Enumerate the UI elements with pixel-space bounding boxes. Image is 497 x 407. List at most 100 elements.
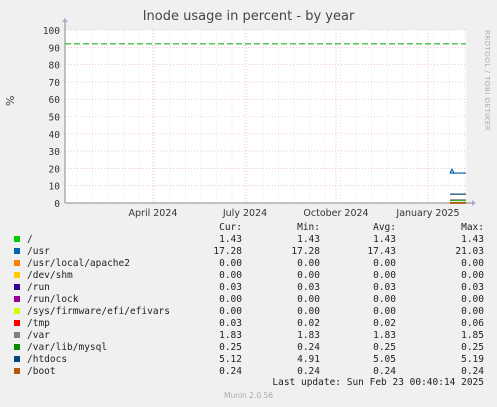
legend-row: /sys/firmware/efi/efivars 0.00 0.00 0.00 0.0… bbox=[0, 306, 497, 318]
legend-name: /var bbox=[27, 330, 50, 341]
legend-avg: 0.00 bbox=[373, 294, 396, 305]
legend-min: 0.02 bbox=[297, 318, 320, 329]
legend-row: /usr/local/apache2 0.00 0.00 0.00 0.00 bbox=[0, 258, 497, 270]
legend-min: 17.28 bbox=[291, 246, 320, 257]
legend-max: 0.00 bbox=[461, 258, 484, 269]
last-update: Last update: Sun Feb 23 00:40:14 2025 bbox=[272, 377, 484, 388]
legend-name: /tmp bbox=[27, 318, 50, 329]
legend-swatch bbox=[14, 308, 20, 314]
legend-max: 0.00 bbox=[461, 294, 484, 305]
legend-swatch bbox=[14, 320, 20, 326]
legend-swatch bbox=[14, 260, 20, 266]
legend-max: 0.00 bbox=[461, 306, 484, 317]
legend-swatch bbox=[14, 356, 20, 362]
legend-cur: 0.25 bbox=[219, 342, 242, 353]
legend-name: /run/lock bbox=[27, 294, 79, 305]
legend-name: /boot bbox=[27, 366, 56, 377]
legend-max: 0.00 bbox=[461, 270, 484, 281]
legend-max: 21.03 bbox=[455, 246, 484, 257]
legend-max: 5.19 bbox=[461, 354, 484, 365]
legend-avg: 0.03 bbox=[373, 282, 396, 293]
generator-label: Munin 2.0.56 bbox=[223, 391, 274, 400]
legend-swatch bbox=[14, 368, 20, 374]
y-tick-label: 40 bbox=[49, 130, 61, 141]
legend-header-min: Min: bbox=[297, 222, 320, 233]
legend-swatch bbox=[14, 332, 20, 338]
legend-row: /usr 17.28 17.28 17.43 21.03 bbox=[0, 246, 497, 258]
legend-row: / 1.43 1.43 1.43 1.43 bbox=[0, 234, 497, 246]
legend-header-cur: Cur: bbox=[219, 222, 242, 233]
legend-avg: 5.05 bbox=[373, 354, 396, 365]
legend-cur: 0.00 bbox=[219, 306, 242, 317]
legend-header-max: Max: bbox=[461, 222, 484, 233]
legend-min: 0.00 bbox=[297, 270, 320, 281]
legend-avg: 0.00 bbox=[373, 306, 396, 317]
legend-swatch bbox=[14, 236, 20, 242]
plot-area: 0 10 20 30 40 50 60 70 80 90 100 April 2024 July 202… bbox=[43, 18, 476, 219]
y-axis-arrow bbox=[62, 18, 68, 22]
y-tick-label: 80 bbox=[49, 61, 61, 72]
legend-max: 1.85 bbox=[461, 330, 484, 341]
legend-swatch bbox=[14, 296, 20, 302]
x-tick-label: January 2025 bbox=[395, 208, 459, 219]
legend-min: 0.00 bbox=[297, 306, 320, 317]
x-tick-label: July 2024 bbox=[222, 208, 267, 219]
legend-header-avg: Avg: bbox=[373, 222, 396, 233]
legend-cur: 1.43 bbox=[219, 234, 242, 245]
legend-cur: 1.83 bbox=[219, 330, 242, 341]
legend-min: 0.03 bbox=[297, 282, 320, 293]
legend-name: /run bbox=[27, 282, 50, 293]
y-tick-label: 0 bbox=[54, 199, 60, 210]
legend-name: /usr/local/apache2 bbox=[27, 258, 130, 269]
legend-cur: 5.12 bbox=[219, 354, 242, 365]
legend-avg: 1.43 bbox=[373, 234, 396, 245]
legend-cur: 0.24 bbox=[219, 366, 242, 377]
legend-avg: 0.02 bbox=[373, 318, 396, 329]
legend-name: /sys/firmware/efi/efivars bbox=[27, 306, 170, 317]
legend-swatch bbox=[14, 272, 20, 278]
legend-name: /htdocs bbox=[27, 354, 68, 365]
legend-row: /dev/shm 0.00 0.00 0.00 0.00 bbox=[0, 270, 497, 282]
legend-swatch bbox=[14, 248, 20, 254]
legend-swatch bbox=[14, 344, 20, 350]
legend-row: /run/lock 0.00 0.00 0.00 0.00 bbox=[0, 294, 497, 306]
y-tick-label: 90 bbox=[49, 43, 61, 54]
legend-row: /var 1.83 1.83 1.83 1.85 bbox=[0, 330, 497, 342]
y-tick-label: 10 bbox=[49, 182, 61, 193]
y-tick-label: 50 bbox=[49, 113, 61, 124]
legend-min: 0.24 bbox=[297, 366, 320, 377]
legend-min: 1.43 bbox=[297, 234, 320, 245]
legend-max: 0.06 bbox=[461, 318, 484, 329]
legend-cur: 0.03 bbox=[219, 282, 242, 293]
y-tick-label: 60 bbox=[49, 95, 61, 106]
legend-max: 0.24 bbox=[461, 366, 484, 377]
legend-cur: 0.00 bbox=[219, 270, 242, 281]
legend-row: /htdocs 5.12 4.91 5.05 5.19 bbox=[0, 354, 497, 366]
y-tick-label: 20 bbox=[49, 164, 61, 175]
y-tick-label: 30 bbox=[49, 147, 61, 158]
y-tick-label: 70 bbox=[49, 78, 61, 89]
legend-row: /tmp 0.03 0.02 0.02 0.06 bbox=[0, 318, 497, 330]
legend-cur: 0.00 bbox=[219, 294, 242, 305]
legend-min: 0.24 bbox=[297, 342, 320, 353]
legend-min: 1.83 bbox=[297, 330, 320, 341]
legend-max: 0.03 bbox=[461, 282, 484, 293]
x-axis-arrow bbox=[472, 200, 476, 206]
legend-avg: 0.25 bbox=[373, 342, 396, 353]
legend-min: 0.00 bbox=[297, 258, 320, 269]
legend-cur: 0.00 bbox=[219, 258, 242, 269]
legend-cur: 17.28 bbox=[213, 246, 242, 257]
legend-avg: 0.00 bbox=[373, 258, 396, 269]
legend-max: 0.25 bbox=[461, 342, 484, 353]
legend-avg: 0.00 bbox=[373, 270, 396, 281]
legend-min: 4.91 bbox=[297, 354, 320, 365]
legend-name: /dev/shm bbox=[27, 270, 73, 281]
y-tick-label: 100 bbox=[43, 26, 60, 37]
legend-cur: 0.03 bbox=[219, 318, 242, 329]
legend-row: /var/lib/mysql 0.25 0.24 0.25 0.25 bbox=[0, 342, 497, 354]
legend-avg: 0.24 bbox=[373, 366, 396, 377]
legend-name: / bbox=[27, 234, 33, 245]
legend-min: 0.00 bbox=[297, 294, 320, 305]
legend-swatch bbox=[14, 284, 20, 290]
x-tick-label: October 2024 bbox=[303, 208, 368, 219]
